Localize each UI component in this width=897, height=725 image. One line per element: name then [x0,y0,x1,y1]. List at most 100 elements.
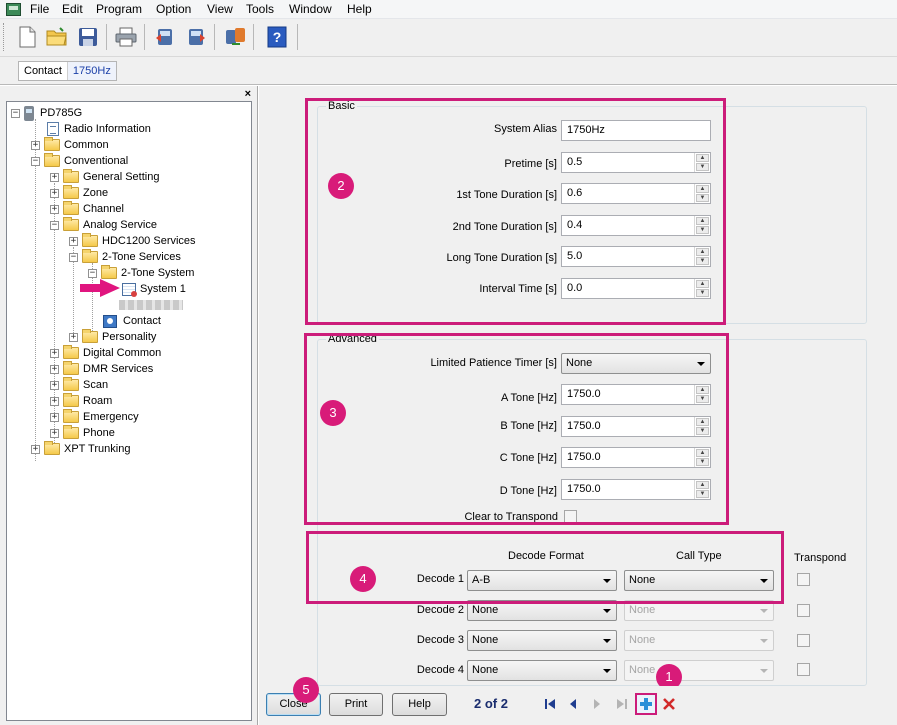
document-tab[interactable]: Contact 1750Hz [18,61,117,81]
first-page-icon[interactable] [539,693,561,715]
read-radio-icon[interactable] [152,24,178,50]
tree-item-roam[interactable]: + Roam [50,393,112,409]
last-page-icon [611,693,633,715]
tree-item-redacted[interactable] [119,297,183,313]
folder-icon [44,441,60,455]
print-button[interactable]: Print [329,693,383,716]
help-button[interactable]: Help [392,693,447,716]
tree-item-phone[interactable]: + Phone [50,425,115,441]
expand-icon[interactable]: + [69,332,78,342]
tree-item-radio-information[interactable]: Radio Information [47,121,151,137]
expand-icon[interactable]: + [50,188,59,198]
expand-icon[interactable]: + [50,396,59,406]
decode-2-label: Decode 2 [416,604,464,616]
expand-icon[interactable]: + [50,380,59,390]
folder-icon [44,153,60,167]
tree-label: Personality [102,331,157,343]
help-icon[interactable]: ? [264,24,290,50]
expand-icon[interactable]: + [50,172,59,182]
decode-3-format-select[interactable]: None [467,630,617,651]
tree-item-personality[interactable]: + Personality [69,329,156,345]
decode-3-call-type-select: None [624,630,774,651]
decode-2-transpond-checkbox[interactable] [797,604,810,617]
decode-4-transpond-checkbox[interactable] [797,663,810,676]
chevron-down-icon [760,609,768,613]
decode-4-call-type-select: None [624,660,774,681]
expand-icon[interactable]: + [50,204,59,214]
menu-window[interactable]: Window [286,2,335,16]
tree-item-dmr-services[interactable]: + DMR Services [50,361,153,377]
tree-item-scan[interactable]: + Scan [50,377,108,393]
collapse-icon[interactable]: − [69,252,78,262]
chevron-down-icon [760,639,768,643]
menu-help[interactable]: Help [344,2,375,16]
menu-option[interactable]: Option [153,2,194,16]
decode-4-call-type-value: None [629,664,656,676]
tree-item-zone[interactable]: + Zone [50,185,108,201]
clone-icon[interactable] [222,24,248,50]
folder-icon [63,201,79,215]
tree-label: Radio Information [64,123,151,135]
tree-item-channel[interactable]: + Channel [50,201,124,217]
menu-tools[interactable]: Tools [243,2,277,16]
toolbar-separator [253,24,254,50]
tree-label: Contact [123,315,161,327]
tree-item-common[interactable]: + Common [31,137,109,153]
expand-icon[interactable]: + [69,236,78,246]
tree-label: Digital Common [83,347,162,359]
expand-icon[interactable]: + [31,140,40,150]
expand-icon[interactable]: + [50,412,59,422]
collapse-icon[interactable]: − [50,220,59,230]
tree-root[interactable]: − PD785G [11,105,82,121]
toolbar: ? [0,19,897,57]
tree-label: Common [64,139,109,151]
menu-view[interactable]: View [204,2,236,16]
decode-1-transpond-checkbox[interactable] [797,573,810,586]
tree-item-system1[interactable]: System 1 [122,281,186,297]
tree-item-general-setting[interactable]: + General Setting [50,169,159,185]
decode-2-call-type-value: None [629,604,656,616]
tree-item-emergency[interactable]: + Emergency [50,409,139,425]
tree-label: HDC1200 Services [102,235,196,247]
decode-3-call-type-value: None [629,634,656,646]
decode-3-transpond-checkbox[interactable] [797,634,810,647]
menu-edit[interactable]: Edit [59,2,86,16]
new-file-icon[interactable] [14,24,40,50]
add-icon[interactable] [635,693,657,715]
expand-icon[interactable]: + [50,348,59,358]
tree-label: General Setting [83,171,160,183]
chevron-down-icon [603,609,611,613]
decode-4-format-value: None [472,664,499,676]
tree-label: System 1 [140,283,186,295]
folder-icon [63,361,79,375]
toolbar-grip[interactable] [3,23,5,51]
expand-icon[interactable]: + [50,364,59,374]
tree-item-digital-common[interactable]: + Digital Common [50,345,161,361]
tree-item-analog-service[interactable]: − Analog Service [50,217,157,233]
save-icon[interactable] [75,24,101,50]
write-radio-icon[interactable] [183,24,209,50]
tree-item-xpt-trunking[interactable]: + XPT Trunking [31,441,130,457]
tree-item-hdc1200[interactable]: + HDC1200 Services [69,233,196,249]
contact-icon [103,314,117,328]
menu-file[interactable]: File [27,2,52,16]
collapse-icon[interactable]: − [11,108,20,118]
tree-item-conventional[interactable]: − Conventional [31,153,128,169]
open-folder-icon[interactable] [44,24,70,50]
tree-panel: × − PD785G Radio Information + Common − … [0,86,258,725]
expand-icon[interactable]: + [50,428,59,438]
expand-icon[interactable]: + [31,444,40,454]
delete-icon[interactable] [658,693,680,715]
collapse-icon[interactable]: − [31,156,40,166]
document-icon [47,122,59,136]
previous-page-icon[interactable] [562,693,584,715]
close-icon[interactable]: × [245,88,251,100]
menu-bar: File Edit Program Option View Tools Wind… [0,0,897,19]
tree-item-contact[interactable]: Contact [103,313,161,329]
tree-item-two-tone-services[interactable]: − 2-Tone Services [69,249,181,265]
menu-program[interactable]: Program [93,2,145,16]
print-icon[interactable] [113,24,139,50]
tree-label: DMR Services [83,363,154,375]
tree-label: Emergency [83,411,139,423]
decode-4-format-select[interactable]: None [467,660,617,681]
